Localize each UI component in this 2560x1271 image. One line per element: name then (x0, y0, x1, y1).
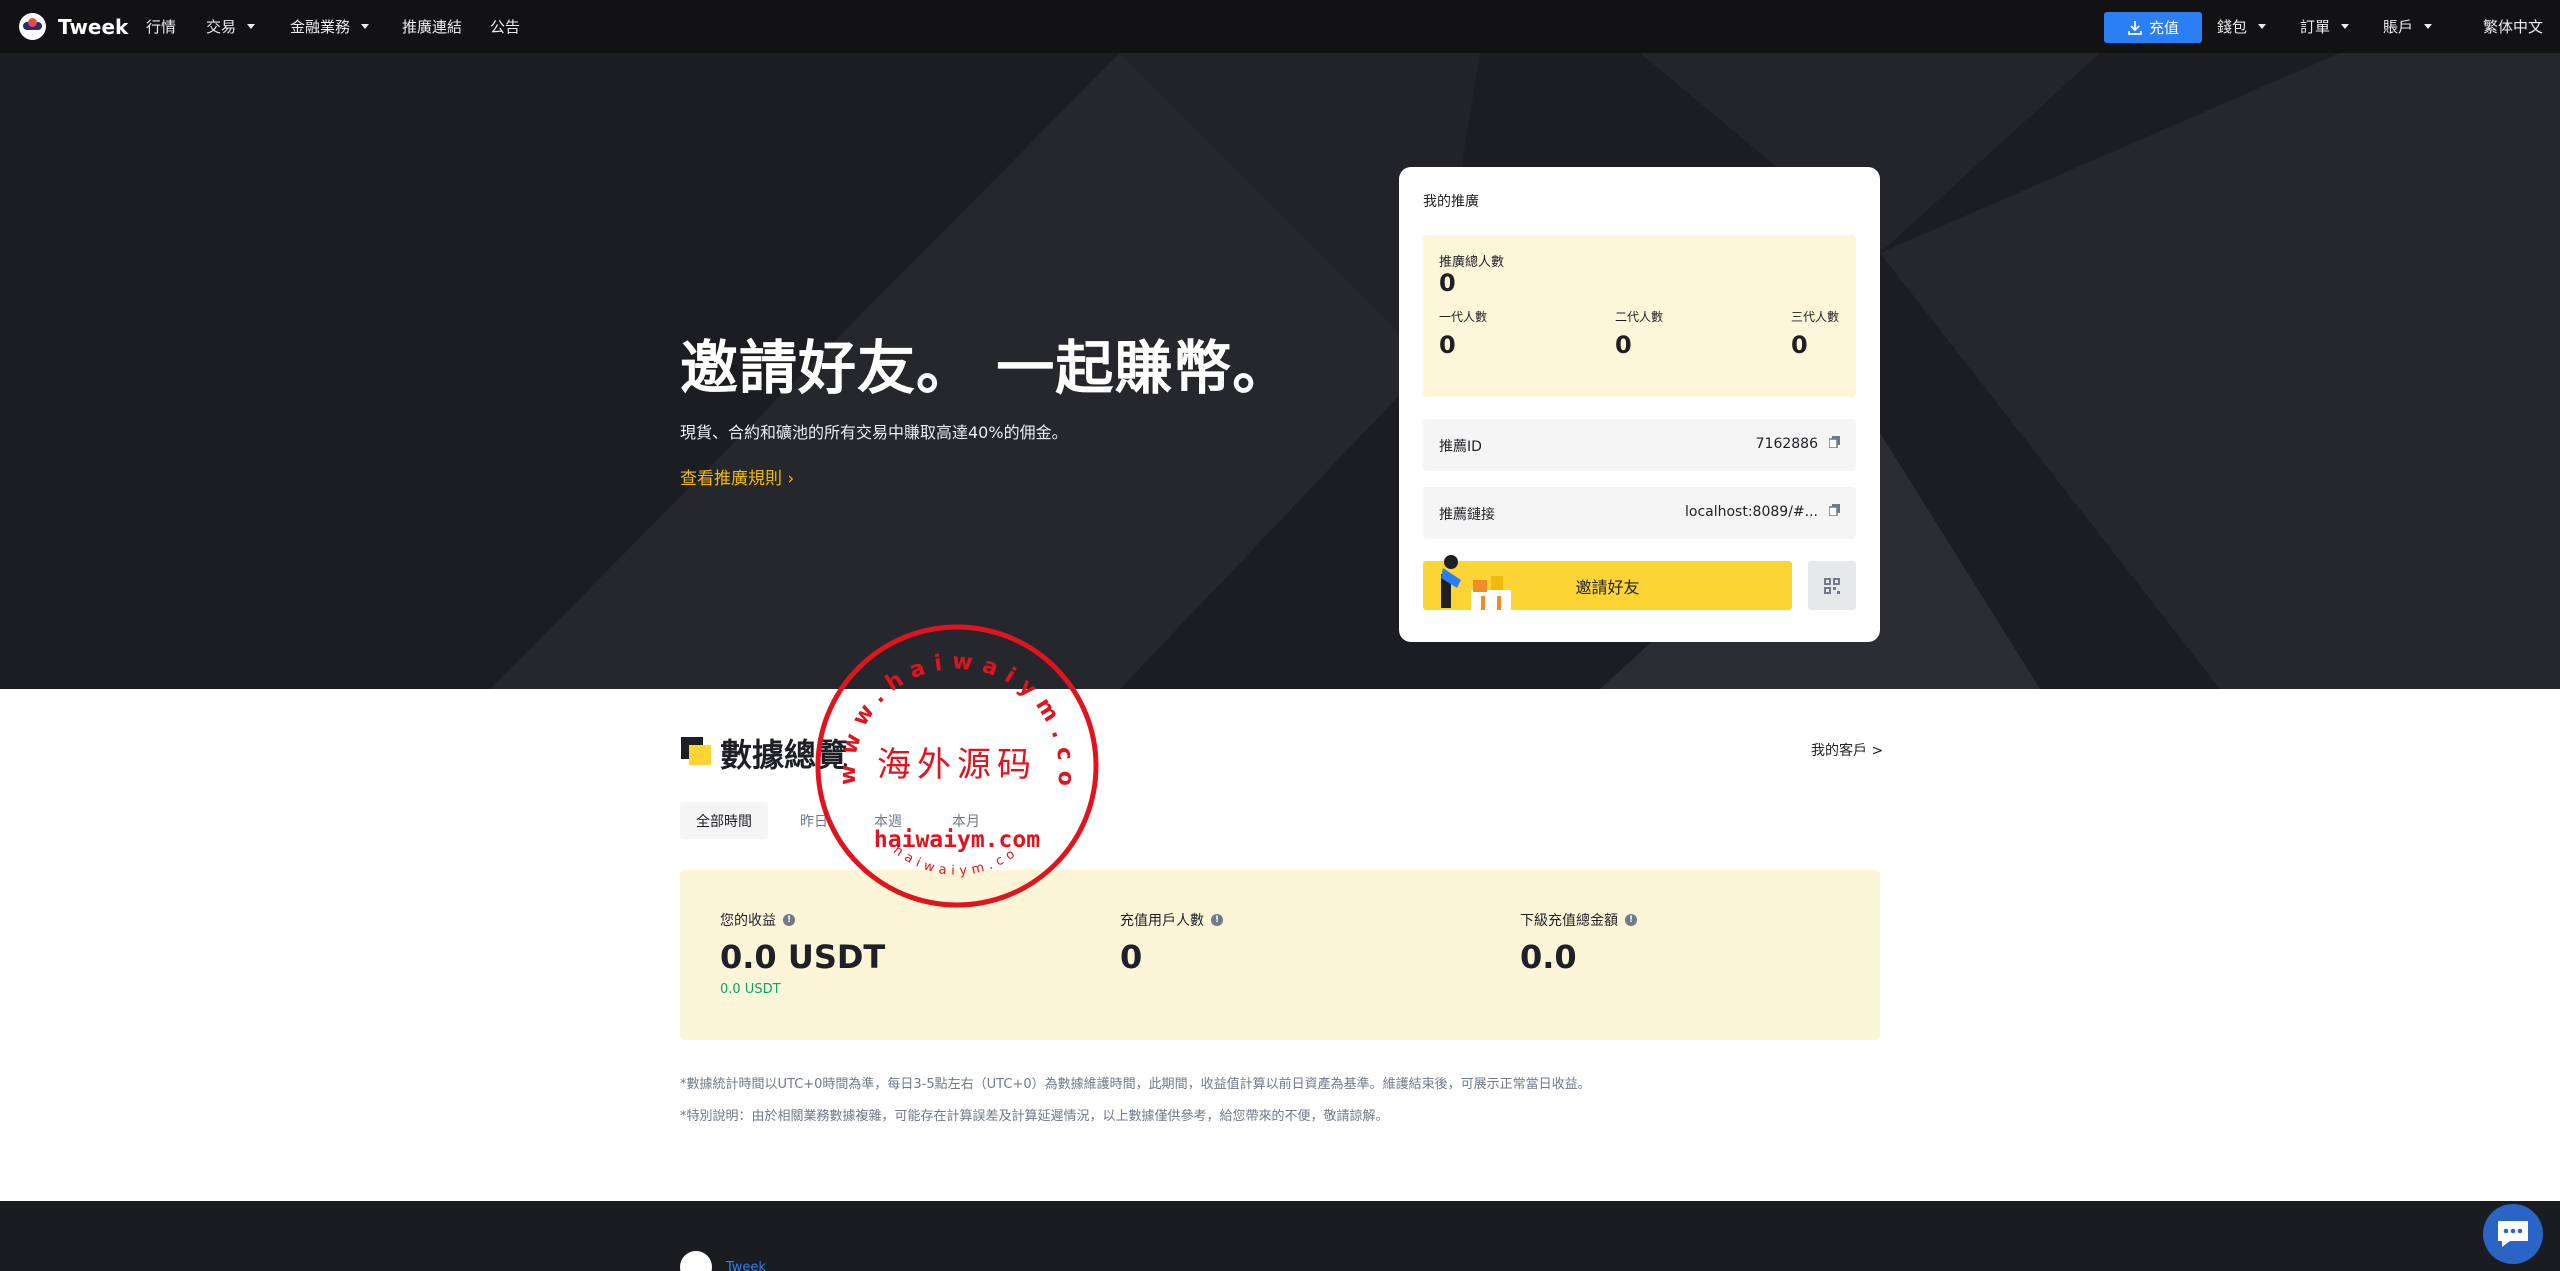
nav-label: 錢包 (2217, 18, 2248, 36)
info-icon[interactable]: ! (1625, 914, 1637, 926)
language-selector[interactable]: 繁体中文 (2483, 0, 2543, 53)
info-icon[interactable]: ! (1211, 914, 1223, 926)
nav-label: 交易 (206, 18, 237, 36)
earnings-panel: 您的收益! 0.0 USDT 0.0 USDT 充值用戶人數! 0 下級充值總金… (680, 870, 1880, 1040)
earnings-label: 您的收益! (720, 910, 795, 930)
tier3-value: 0 (1791, 331, 1808, 359)
total-referrals-label: 推廣總人數 (1439, 255, 1505, 270)
tier3-label: 三代人數 (1791, 310, 1840, 324)
data-statistics-note: *數據統計時間以UTC+0時間為準，每日3-5點左右（UTC+0）為數據維護時間… (680, 1077, 1591, 1092)
copy-icon[interactable] (1829, 436, 1840, 448)
depositing-users-label: 充值用戶人數! (1120, 910, 1223, 930)
hero-subtitle: 現貨、合約和礦池的所有交易中賺取高達40%的佣金。 (680, 423, 1068, 442)
watermark-center-text: 海外源码 (877, 745, 1037, 785)
invite-friends-label: 邀請好友 (1575, 577, 1640, 597)
referral-link-label: 推薦鏈接 (1439, 507, 1495, 523)
referral-id-row: 推薦ID 7162886 (1423, 419, 1856, 471)
tab-this-week[interactable]: 本週 (862, 802, 914, 839)
my-clients-link[interactable]: 我的客戶 > (1811, 740, 1883, 760)
tier2-label: 二代人數 (1615, 310, 1664, 324)
brand-name: Tweek (58, 14, 129, 39)
tab-yesterday[interactable]: 昨日 (788, 802, 840, 839)
tier1-value: 0 (1439, 331, 1456, 359)
nav-label: 行情 (146, 18, 177, 36)
footer-logo-icon (680, 1251, 712, 1271)
chat-bubble-icon (2498, 1221, 2528, 1247)
brand-logo-icon (19, 13, 46, 40)
qr-code-button[interactable] (1808, 561, 1856, 610)
downline-deposit-total-label: 下級充值總金額! (1520, 910, 1637, 930)
special-disclaimer-note: *特別說明：由於相關業務數據複雜，可能存在計算誤差及計算延遲情況，以上數據僅供參… (680, 1109, 1389, 1124)
caret-down-icon (361, 24, 370, 29)
tier2-value: 0 (1615, 331, 1632, 359)
earnings-label-text: 您的收益 (720, 913, 776, 929)
hero-title: 邀請好友。 一起賺幣。 (680, 334, 1292, 402)
top-navbar: Tweek 行情 交易 金融業務 推廣連結 公告 充值 錢包 訂單 賬戶 繁体中… (0, 0, 2560, 53)
overview-logo-icon (681, 737, 711, 765)
nav-label: 金融業務 (290, 18, 351, 36)
nav-item-market[interactable]: 行情 (146, 0, 176, 53)
nav-item-finance[interactable]: 金融業務 (290, 0, 370, 53)
footer-brand[interactable]: Tweek (726, 1260, 766, 1271)
referral-stats-box: 推廣總人數 0 一代人數 0 二代人數 0 三代人數 0 (1423, 235, 1856, 397)
nav-item-referral[interactable]: 推廣連結 (402, 0, 462, 53)
qr-code-icon (1824, 577, 1840, 594)
live-chat-button[interactable] (2483, 1204, 2543, 1264)
depositing-users-label-text: 充值用戶人數 (1120, 913, 1204, 929)
download-icon (2128, 20, 2142, 35)
nav-item-orders[interactable]: 訂單 (2300, 0, 2350, 53)
nav-label: 推廣連結 (402, 18, 463, 36)
nav-item-trade[interactable]: 交易 (206, 0, 256, 53)
copy-icon[interactable] (1829, 504, 1840, 516)
nav-label: 賬戶 (2383, 18, 2414, 36)
brand-logo[interactable]: Tweek (19, 13, 128, 40)
footer: Tweek (0, 1201, 2560, 1271)
referral-rules-link[interactable]: 查看推廣規則 › (680, 464, 794, 489)
referral-id-value: 7162886 (1755, 436, 1818, 452)
earnings-sub-value: 0.0 USDT (720, 982, 781, 997)
downline-deposit-total-label-text: 下級充值總金額 (1520, 913, 1618, 929)
hero-section: 邀請好友。 一起賺幣。 現貨、合約和礦池的所有交易中賺取高達40%的佣金。 查看… (0, 53, 2560, 689)
info-icon[interactable]: ! (783, 914, 795, 926)
referral-link-value: localhost:8089/#... (1685, 504, 1818, 520)
overview-title: 數據總覽 (720, 736, 849, 774)
invite-friends-button[interactable]: 邀請好友 (1423, 555, 1792, 610)
caret-down-icon (2341, 24, 2350, 29)
my-referral-card: 我的推廣 推廣總人數 0 一代人數 0 二代人數 0 三代人數 0 推薦ID 7… (1399, 167, 1880, 642)
caret-down-icon (247, 24, 256, 29)
nav-item-announcements[interactable]: 公告 (490, 0, 520, 53)
deposit-button[interactable]: 充值 (2104, 12, 2202, 43)
earnings-value: 0.0 USDT (720, 938, 886, 976)
nav-label: 公告 (490, 18, 521, 36)
tab-this-month[interactable]: 本月 (940, 802, 992, 839)
referral-link-row: 推薦鏈接 localhost:8089/#... (1423, 487, 1856, 539)
caret-down-icon (2258, 24, 2267, 29)
nav-label: 訂單 (2300, 18, 2331, 36)
language-label: 繁体中文 (2483, 18, 2544, 36)
tier1-label: 一代人數 (1439, 310, 1488, 324)
caret-down-icon (2424, 24, 2433, 29)
downline-deposit-total-value: 0.0 (1520, 938, 1577, 976)
nav-item-wallet[interactable]: 錢包 (2217, 0, 2267, 53)
referral-id-label: 推薦ID (1439, 439, 1482, 455)
deposit-label: 充值 (2148, 19, 2179, 37)
total-referrals-value: 0 (1439, 269, 1456, 297)
depositing-users-value: 0 (1120, 938, 1143, 976)
tab-all-time[interactable]: 全部時間 (680, 802, 768, 839)
card-title: 我的推廣 (1423, 194, 1479, 210)
nav-item-account[interactable]: 賬戶 (2383, 0, 2433, 53)
